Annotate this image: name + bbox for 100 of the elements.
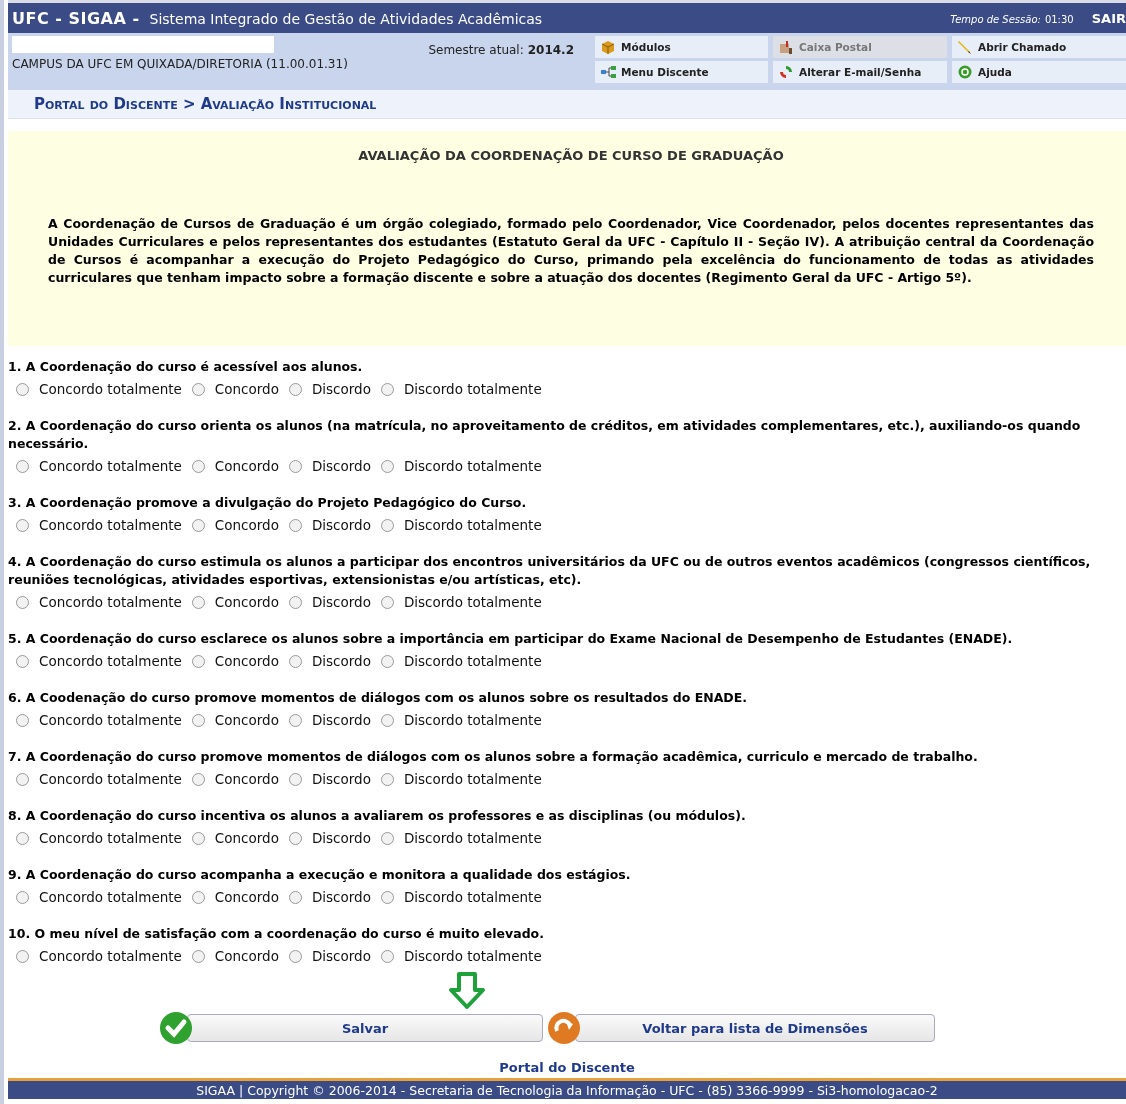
intro-title: AVALIAÇÃO DA COORDENAÇÃO DE CURSO DE GRADUAÇÃO: [357, 147, 785, 163]
radio-button[interactable]: [288, 595, 302, 609]
radio-button[interactable]: [288, 890, 302, 904]
shortcut-link[interactable]: Menu Discente: [595, 61, 768, 83]
radio-button[interactable]: [288, 459, 302, 473]
radio-button[interactable]: [191, 772, 205, 786]
radio-button[interactable]: [16, 890, 29, 904]
radio-button[interactable]: [380, 654, 394, 668]
option-label: Discordo totalmente: [403, 517, 542, 533]
option-label: Concordo: [214, 594, 279, 610]
option-label: Discordo totalmente: [403, 889, 542, 905]
option-label: Discordo totalmente: [403, 830, 542, 846]
radio-button[interactable]: [288, 949, 302, 963]
semester-label: Semestre atual:: [428, 43, 524, 57]
question-text: 10. O meu nível de satisfação com a coordenação do curso é muito elevado.: [8, 925, 545, 943]
radio-button[interactable]: [16, 713, 29, 727]
option-label: Concordo totalmente: [39, 948, 182, 964]
radio-button[interactable]: [191, 654, 205, 668]
logout-link[interactable]: SAIR: [1091, 10, 1126, 26]
radio-button[interactable]: [288, 654, 302, 668]
radio-button[interactable]: [191, 518, 205, 532]
option-label: Concordo totalmente: [39, 889, 182, 905]
radio-button[interactable]: [16, 595, 29, 609]
option-label: Concordo: [214, 830, 279, 846]
option-label: Concordo totalmente: [39, 381, 182, 397]
radio-button[interactable]: [191, 949, 205, 963]
radio-button[interactable]: [380, 382, 394, 396]
radio-button[interactable]: [191, 890, 205, 904]
question-text: 8. A Coordenação do curso incentiva os alunos a avaliarem os professores e as disciplinas (ou módulos).: [8, 807, 747, 825]
radio-button[interactable]: [380, 949, 394, 963]
pen-icon: [957, 39, 973, 55]
radio-button[interactable]: [380, 772, 394, 786]
question-text: 9. A Coordenação do curso acompanha a execução e monitora a qualidade dos estágios.: [8, 866, 632, 884]
down-arrow-icon: [447, 971, 487, 1011]
radio-button[interactable]: [16, 772, 29, 786]
unit-name: CAMPUS DA UFC EM QUIXADA/DIRETORIA (11.00.01.31): [12, 57, 349, 71]
action-button[interactable]: Voltar para lista de Dimensões: [575, 1014, 935, 1042]
radio-button[interactable]: [380, 831, 394, 845]
tree-icon: [600, 64, 616, 80]
question-text: 6. A Coodenação do curso promove momentos de diálogos com os alunos sobre os resultados do ENADE.: [8, 689, 748, 707]
option-label: Discordo totalmente: [403, 948, 542, 964]
brand-title: UFC - SIGAA -: [12, 8, 140, 28]
shortcut-link[interactable]: Módulos: [595, 36, 768, 58]
question-text: 2. A Coordenação do curso orienta os alunos (na matrícula, no aproveitamento de créditos, em atividades complementares, etc.), auxiliando-os quando necessário.: [8, 417, 1082, 453]
option-label: Concordo: [214, 517, 279, 533]
radio-button[interactable]: [16, 949, 29, 963]
action-button[interactable]: Salvar: [187, 1014, 543, 1042]
radio-button[interactable]: [191, 831, 205, 845]
shortcut-link[interactable]: Alterar E-mail/Senha: [773, 61, 947, 83]
radio-button[interactable]: [380, 459, 394, 473]
option-label: Discordo: [311, 830, 371, 846]
shortcut-link[interactable]: Abrir Chamado: [952, 36, 1126, 58]
option-label: Concordo totalmente: [39, 517, 182, 533]
radio-button[interactable]: [380, 518, 394, 532]
radio-button[interactable]: [191, 382, 205, 396]
radio-button[interactable]: [191, 459, 205, 473]
option-label: Concordo: [214, 458, 279, 474]
option-label: Concordo totalmente: [39, 771, 182, 787]
intro-text: A Coordenação de Cursos de Graduação é um órgão colegiado, formado pelo Coordenador, Vice Coordenador, pelos docentes representantes das Unidades Curriculares e pelos representantes dos estudantes (Estatuto Geral da UFC - Capítulo II - Seção IV). A atribuição central da Coordenação de Cursos é acompanhar a execução do Projeto Pedagógico do Curso, primando pela excelência do funcionamento de todas as atividades curriculares que tenham impacto sobre a formação discente e sobre a atuação dos docentes (Regimento Geral da UFC - Artigo 5º).: [48, 215, 1094, 287]
session-label: Tempo de Sessão:: [950, 13, 1041, 25]
session-time: 01:30: [1044, 13, 1074, 25]
radio-button[interactable]: [288, 713, 302, 727]
radio-button[interactable]: [16, 459, 29, 473]
radio-button[interactable]: [16, 518, 29, 532]
radio-button[interactable]: [16, 654, 29, 668]
radio-button[interactable]: [380, 890, 394, 904]
radio-button[interactable]: [288, 772, 302, 786]
copyright-text: SIGAA | Copyright © 2006-2014 - Secretaria de Tecnologia da Informação - UFC - (85) 3366-9999 - Si3-homologacao-2: [196, 1082, 938, 1098]
radio-button[interactable]: [191, 713, 205, 727]
option-label: Discordo: [311, 381, 371, 397]
option-label: Discordo: [311, 771, 371, 787]
option-label: Concordo totalmente: [39, 458, 182, 474]
option-label: Discordo totalmente: [403, 458, 542, 474]
option-label: Discordo: [311, 948, 371, 964]
option-label: Concordo: [214, 889, 279, 905]
option-label: Discordo: [311, 458, 371, 474]
option-label: Concordo totalmente: [39, 712, 182, 728]
question-text: 3. A Coordenação promove a divulgação do Projeto Pedagógico do Curso.: [8, 494, 528, 512]
option-label: Discordo: [311, 653, 371, 669]
radio-button[interactable]: [288, 518, 302, 532]
help-icon: [957, 64, 973, 80]
option-label: Discordo: [311, 889, 371, 905]
option-label: Concordo: [214, 381, 279, 397]
option-label: Concordo totalmente: [39, 594, 182, 610]
breadcrumb: Portal do Discente > Avaliação Institucional: [34, 95, 377, 113]
mailbox-icon: [778, 39, 794, 55]
radio-button[interactable]: [16, 831, 29, 845]
radio-button[interactable]: [16, 382, 29, 396]
semester-value: 2014.2: [527, 43, 575, 57]
question-text: 1. A Coordenação do curso é acessível aos alunos.: [8, 358, 364, 376]
question-text: 7. A Coordenação do curso promove momentos de diálogos com os alunos sobre a formação acadêmica, curriculo e mercado de trabalho.: [8, 748, 979, 766]
radio-button[interactable]: [380, 595, 394, 609]
portal-link[interactable]: Portal do Discente: [499, 1060, 635, 1075]
radio-button[interactable]: [288, 831, 302, 845]
option-label: Discordo: [311, 594, 371, 610]
redo-icon: [547, 1011, 581, 1045]
radio-button[interactable]: [191, 595, 205, 609]
radio-button[interactable]: [380, 713, 394, 727]
shortcut-link[interactable]: Ajuda: [952, 61, 1126, 83]
radio-button[interactable]: [288, 382, 302, 396]
